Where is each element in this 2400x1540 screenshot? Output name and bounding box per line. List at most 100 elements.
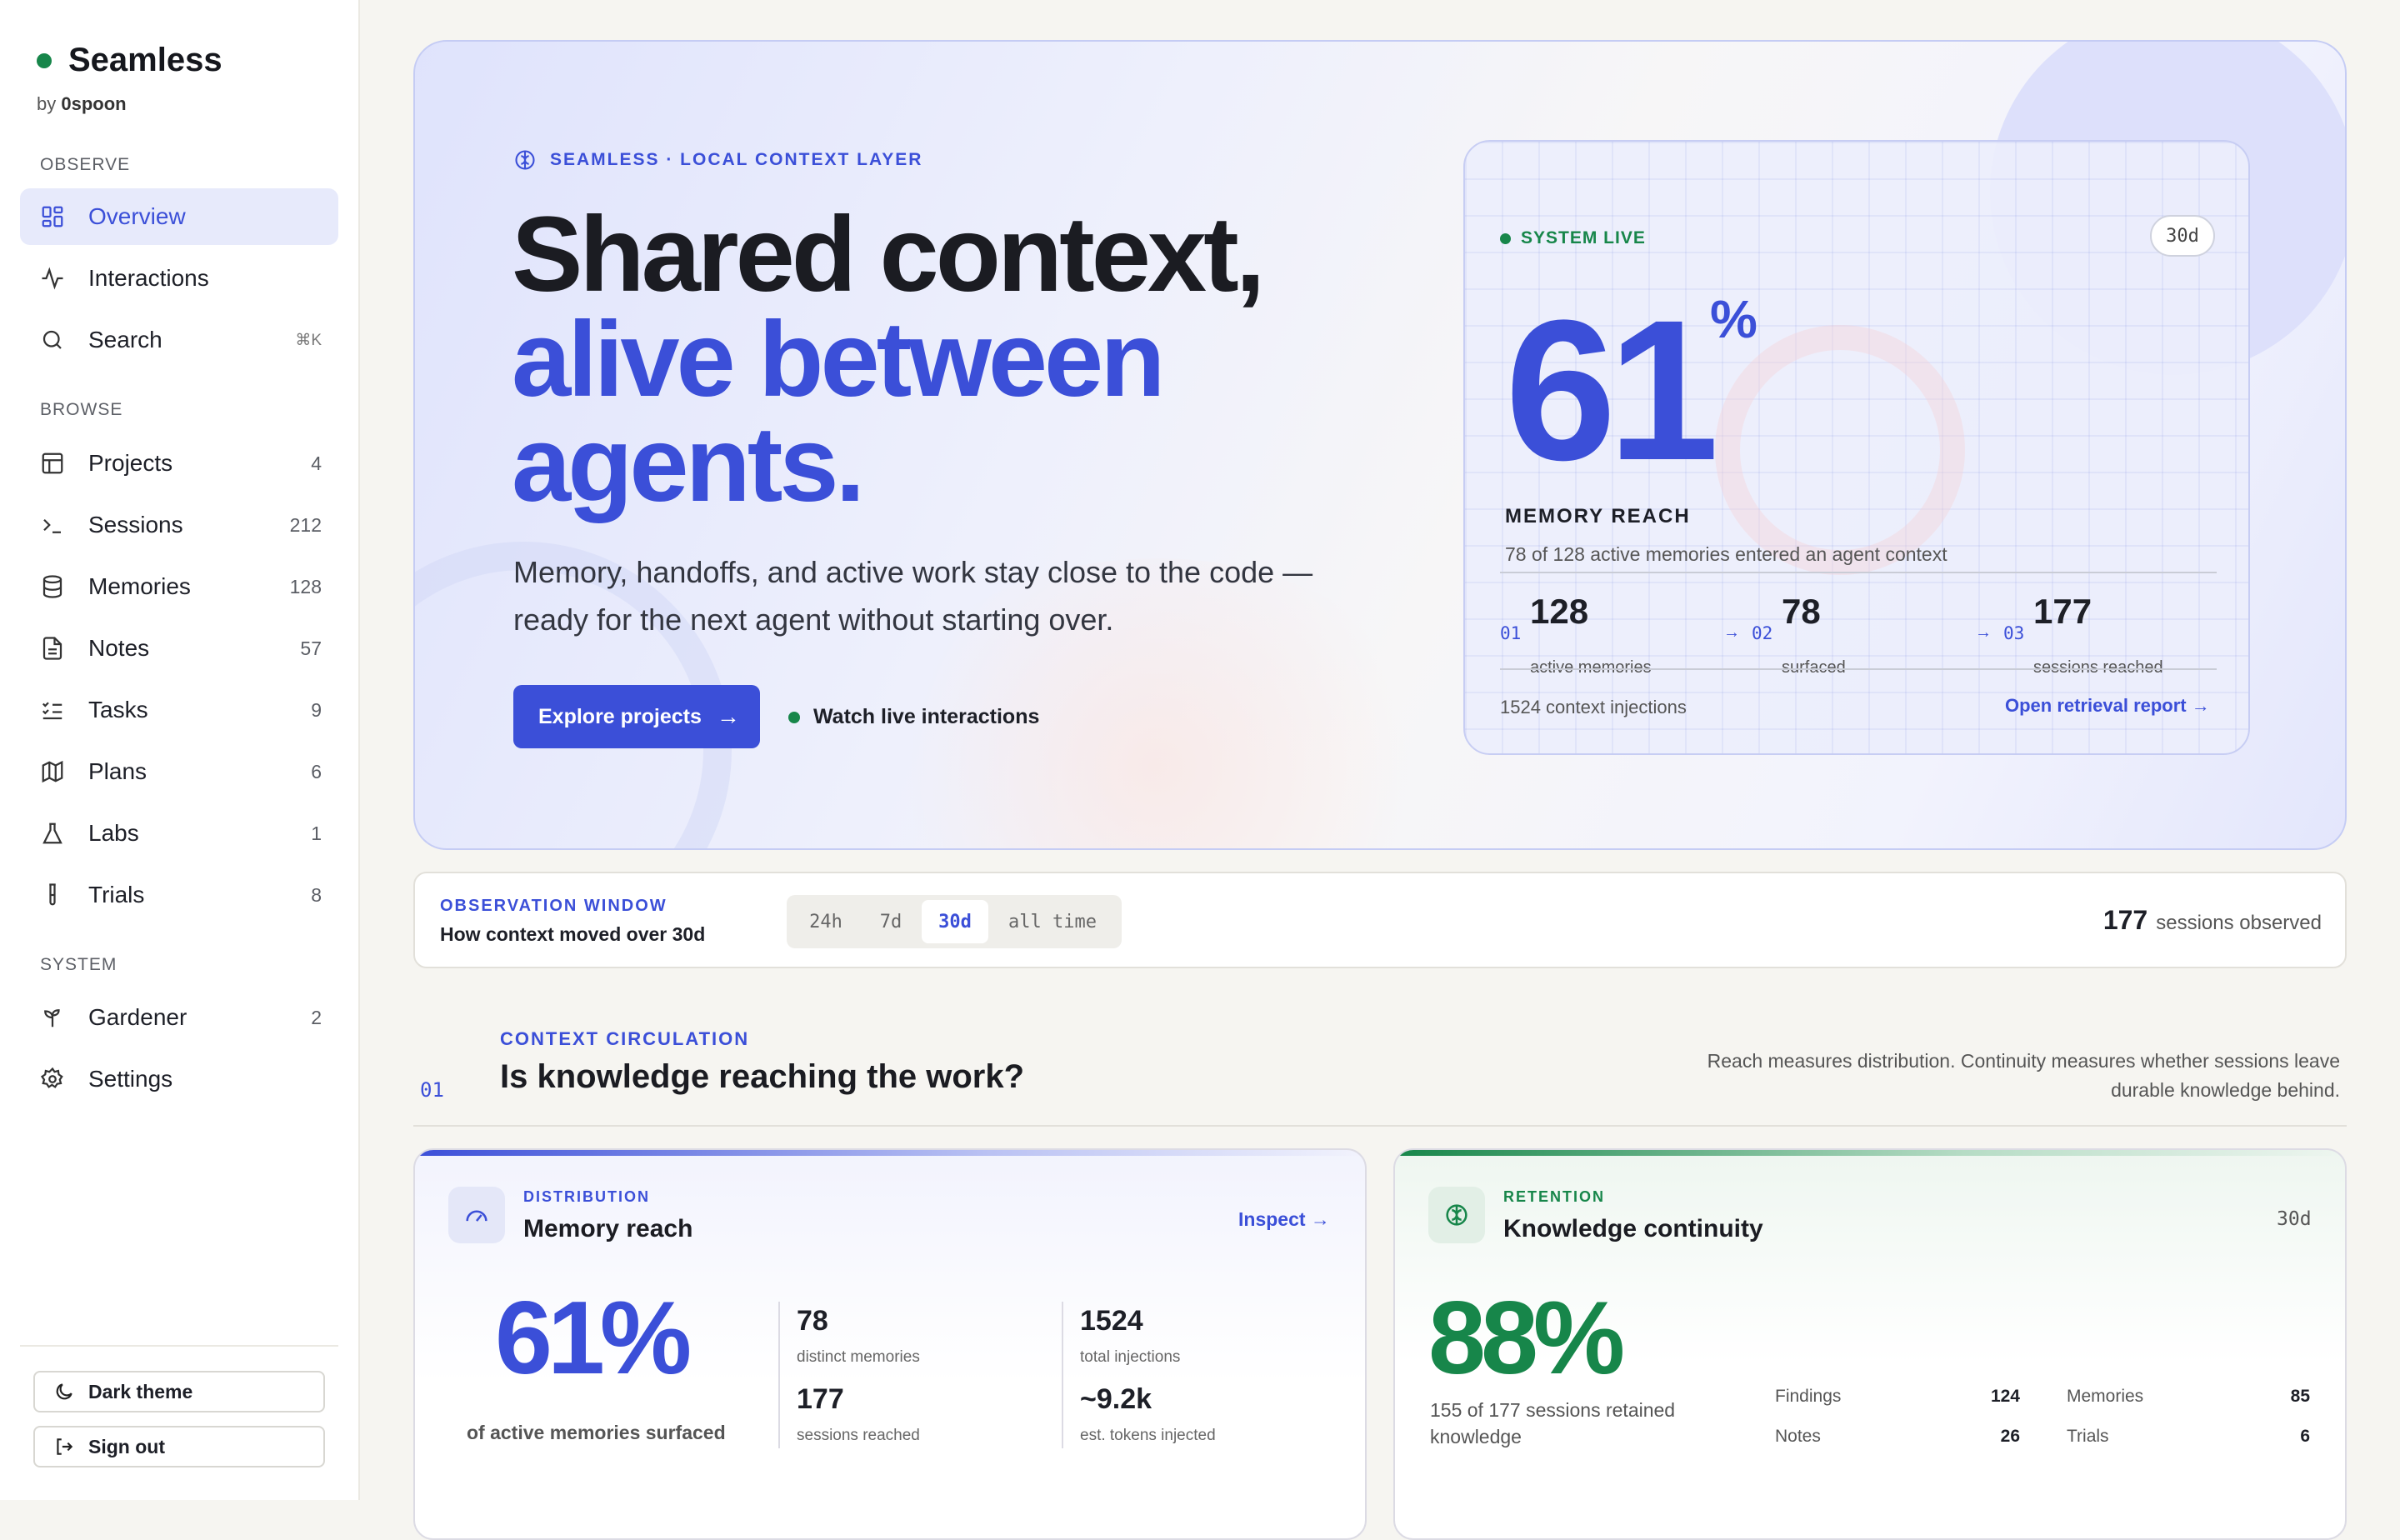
brain-icon bbox=[1428, 1187, 1485, 1243]
sidebar-item-label: Sessions bbox=[88, 512, 183, 538]
hero-headline-line-3: agents. bbox=[512, 405, 865, 524]
count-badge: 4 bbox=[311, 452, 322, 474]
sidebar-item-labs[interactable]: Labs 1 bbox=[20, 805, 338, 862]
metric-value: 1524 bbox=[1080, 1305, 1143, 1337]
sidebar-item-label: Notes bbox=[88, 635, 150, 661]
sessions-observed-label: sessions observed bbox=[2156, 912, 2322, 934]
knowledge-continuity-percent: 88% bbox=[1428, 1281, 1625, 1396]
sidebar-item-overview[interactable]: Overview bbox=[20, 188, 338, 245]
activity-icon bbox=[38, 264, 67, 292]
sidebar-item-label: Tasks bbox=[88, 697, 148, 722]
brand-status-dot bbox=[37, 52, 52, 68]
range-pill[interactable]: 30d bbox=[2150, 215, 2215, 257]
hero-headline-line-2: alive between bbox=[512, 300, 1165, 419]
sidebar-item-notes[interactable]: Notes 57 bbox=[20, 620, 338, 677]
search-icon bbox=[38, 326, 67, 354]
section-observe: OBSERVE bbox=[40, 155, 131, 174]
sidebar-item-plans[interactable]: Plans 6 bbox=[20, 743, 338, 800]
stat-value: 128 bbox=[1530, 592, 1589, 631]
percent-sign: % bbox=[1710, 289, 1758, 349]
section-browse: BROWSE bbox=[40, 400, 123, 419]
sidebar-item-label: Overview bbox=[88, 203, 186, 229]
range-option-24h[interactable]: 24h bbox=[792, 900, 860, 943]
section-title: Is knowledge reaching the work? bbox=[500, 1058, 1025, 1095]
inspect-link[interactable]: Inspect → bbox=[1238, 1208, 1330, 1231]
fact-label: Findings bbox=[1775, 1387, 1842, 1406]
open-retrieval-report-link[interactable]: Open retrieval report → bbox=[2005, 695, 2210, 717]
gear-icon bbox=[38, 1065, 67, 1093]
moon-icon bbox=[53, 1380, 77, 1403]
sidebar-divider bbox=[20, 1345, 338, 1347]
test-tube-icon bbox=[38, 881, 67, 909]
range-label: 30d bbox=[2277, 1208, 2312, 1230]
count-badge: 8 bbox=[311, 883, 322, 906]
sidebar-item-interactions[interactable]: Interactions bbox=[20, 250, 338, 307]
metric-value: 78 bbox=[797, 1305, 828, 1337]
section-divider bbox=[413, 1125, 2347, 1127]
brand[interactable]: Seamless bbox=[37, 42, 222, 79]
sidebar-item-projects[interactable]: Projects 4 bbox=[20, 435, 338, 492]
sidebar-item-memories[interactable]: Memories 128 bbox=[20, 558, 338, 615]
metric-label: distinct memories bbox=[797, 1348, 920, 1366]
card-kicker: RETENTION bbox=[1503, 1188, 1606, 1205]
count-badge: 128 bbox=[289, 575, 322, 598]
sidebar-item-label: Settings bbox=[88, 1066, 173, 1092]
watch-live-link[interactable]: Watch live interactions bbox=[788, 705, 1039, 729]
stat-number: 02 bbox=[1752, 623, 1773, 643]
sprout-icon bbox=[38, 1003, 67, 1032]
range-option-all-time[interactable]: all time bbox=[988, 900, 1117, 943]
dark-theme-label: Dark theme bbox=[88, 1380, 193, 1402]
metric-value: 177 bbox=[797, 1383, 844, 1415]
sidebar-item-label: Projects bbox=[88, 450, 173, 476]
fact-label: Notes bbox=[1775, 1427, 1821, 1446]
explore-projects-button[interactable]: Explore projects → bbox=[513, 685, 760, 748]
report-label: Open retrieval report bbox=[2005, 695, 2187, 716]
map-icon bbox=[38, 758, 67, 786]
brand-byline: by 0spoon bbox=[37, 93, 127, 115]
decor-ring bbox=[1715, 325, 1965, 575]
divider bbox=[1062, 1302, 1063, 1448]
status-label: SYSTEM LIVE bbox=[1521, 228, 1646, 248]
section-note: Reach measures distribution. Continuity … bbox=[1707, 1050, 2340, 1101]
hero-lead: Memory, handoffs, and active work stay c… bbox=[513, 555, 1313, 637]
sidebar-item-trials[interactable]: Trials 8 bbox=[20, 867, 338, 923]
eyebrow-text: SEAMLESS · LOCAL CONTEXT LAYER bbox=[550, 150, 923, 169]
gauge-icon bbox=[448, 1187, 505, 1243]
divider bbox=[1500, 572, 2217, 573]
range-option-30d[interactable]: 30d bbox=[922, 900, 988, 943]
sidebar-item-label: Trials bbox=[88, 882, 145, 908]
sidebar-item-gardener[interactable]: Gardener 2 bbox=[20, 989, 338, 1046]
sessions-observed-value: 177 bbox=[2102, 905, 2148, 935]
card-kicker: DISTRIBUTION bbox=[523, 1188, 650, 1205]
database-icon bbox=[38, 572, 67, 601]
inspect-label: Inspect bbox=[1238, 1208, 1306, 1230]
table-icon bbox=[38, 449, 67, 478]
sidebar-item-tasks[interactable]: Tasks 9 bbox=[20, 682, 338, 738]
metric-label: sessions reached bbox=[797, 1427, 920, 1444]
divider bbox=[1500, 668, 2217, 670]
file-text-icon bbox=[38, 634, 67, 662]
shortcut-hint: ⌘K bbox=[295, 331, 322, 349]
dark-theme-button[interactable]: Dark theme bbox=[33, 1371, 325, 1412]
sign-out-label: Sign out bbox=[88, 1435, 165, 1458]
stat-number: 01 bbox=[1500, 623, 1522, 643]
count-badge: 6 bbox=[311, 760, 322, 782]
memory-reach-live-card: SYSTEM LIVE 30d 61 % MEMORY REACH 78 of … bbox=[1463, 140, 2250, 755]
card-title: Knowledge continuity bbox=[1503, 1215, 1763, 1242]
flask-icon bbox=[38, 819, 67, 848]
sign-out-button[interactable]: Sign out bbox=[33, 1426, 325, 1468]
hero-eyebrow: SEAMLESS · LOCAL CONTEXT LAYER bbox=[513, 148, 922, 172]
brand-name: Seamless bbox=[68, 42, 222, 78]
memory-reach-caption: of active memories surfaced bbox=[467, 1422, 726, 1443]
sidebar-item-label: Search bbox=[88, 327, 162, 352]
sidebar-item-search[interactable]: Search ⌘K bbox=[20, 312, 338, 368]
range-option-7d[interactable]: 7d bbox=[860, 900, 922, 943]
hero-panel: SEAMLESS · LOCAL CONTEXT LAYER Shared co… bbox=[413, 40, 2347, 850]
knowledge-continuity-card: RETENTION Knowledge continuity 30d 88% 1… bbox=[1393, 1148, 2347, 1540]
sidebar-item-label: Plans bbox=[88, 758, 148, 784]
count-badge: 9 bbox=[311, 698, 322, 721]
section-system: SYSTEM bbox=[40, 955, 118, 974]
sidebar-item-settings[interactable]: Settings bbox=[20, 1051, 338, 1108]
sidebar-item-sessions[interactable]: Sessions 212 bbox=[20, 497, 338, 553]
card-accent-bar bbox=[415, 1150, 1365, 1156]
